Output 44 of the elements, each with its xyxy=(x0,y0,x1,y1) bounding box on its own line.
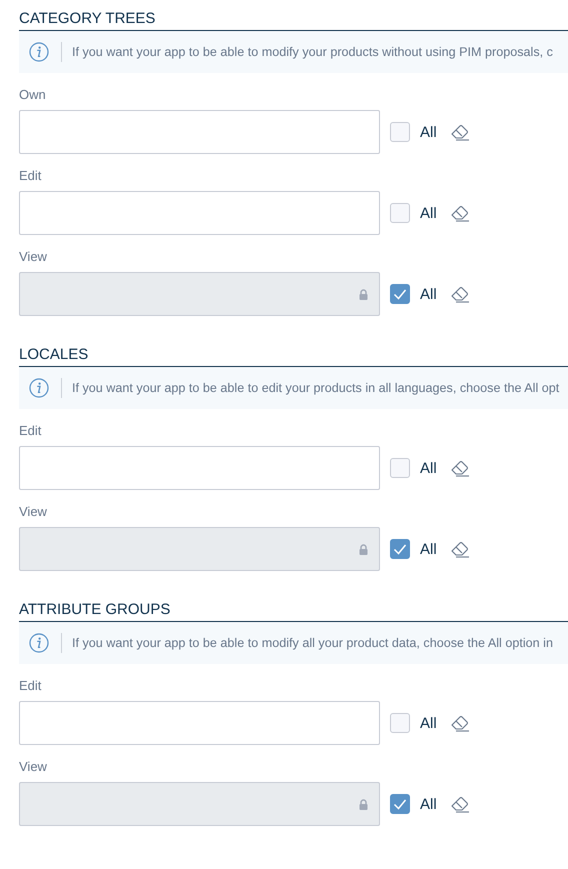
checkbox-label: All xyxy=(420,460,437,476)
checkbox-label: All xyxy=(420,286,437,302)
input-field[interactable] xyxy=(19,527,380,571)
checkbox-label: All xyxy=(420,204,437,222)
info-icon xyxy=(29,633,49,653)
eraser-icon[interactable] xyxy=(448,714,471,732)
input-field[interactable] xyxy=(19,446,380,490)
input-field[interactable] xyxy=(19,110,380,154)
info-icon xyxy=(29,378,49,398)
eraser-icon[interactable] xyxy=(448,795,471,813)
info-text: If you want your app to be able to modify your products without using PIM proposals, c xyxy=(72,45,553,59)
input-field[interactable] xyxy=(19,272,380,316)
field-label: Edit xyxy=(19,168,42,184)
checkbox[interactable] xyxy=(390,539,410,559)
lock-icon xyxy=(359,288,368,300)
checkbox[interactable] xyxy=(390,284,410,304)
checkbox[interactable] xyxy=(390,794,410,814)
eraser-icon[interactable] xyxy=(448,204,471,222)
field-label: View xyxy=(19,249,48,265)
eraser-icon[interactable] xyxy=(448,540,471,558)
checkbox[interactable] xyxy=(390,458,410,478)
field-label: Own xyxy=(19,87,47,103)
checkbox-label: All xyxy=(420,540,437,558)
eraser-icon[interactable] xyxy=(448,459,471,477)
field-label: View xyxy=(19,759,48,775)
eraser-icon[interactable] xyxy=(448,285,471,303)
field-label: Edit xyxy=(19,423,42,439)
checkbox[interactable] xyxy=(390,713,410,733)
field-label: View xyxy=(19,504,48,520)
info-icon xyxy=(29,42,49,62)
lock-icon xyxy=(359,544,368,554)
info-text: If you want your app to be able to modify all your product data, choose the All option in xyxy=(72,636,553,650)
checkbox[interactable] xyxy=(390,203,410,223)
checkbox[interactable] xyxy=(390,122,410,142)
lock-icon xyxy=(359,798,368,810)
input-field[interactable] xyxy=(19,782,380,826)
checkbox-label: All xyxy=(420,714,437,732)
field-label: Edit xyxy=(19,678,42,694)
checkbox-label: All xyxy=(420,796,437,812)
input-field[interactable] xyxy=(19,191,380,235)
checkbox-label: All xyxy=(420,124,437,140)
input-field[interactable] xyxy=(19,701,380,745)
info-text: If you want your app to be able to edit your products in all languages, choose the All opt xyxy=(72,381,560,395)
eraser-icon[interactable] xyxy=(448,123,471,141)
